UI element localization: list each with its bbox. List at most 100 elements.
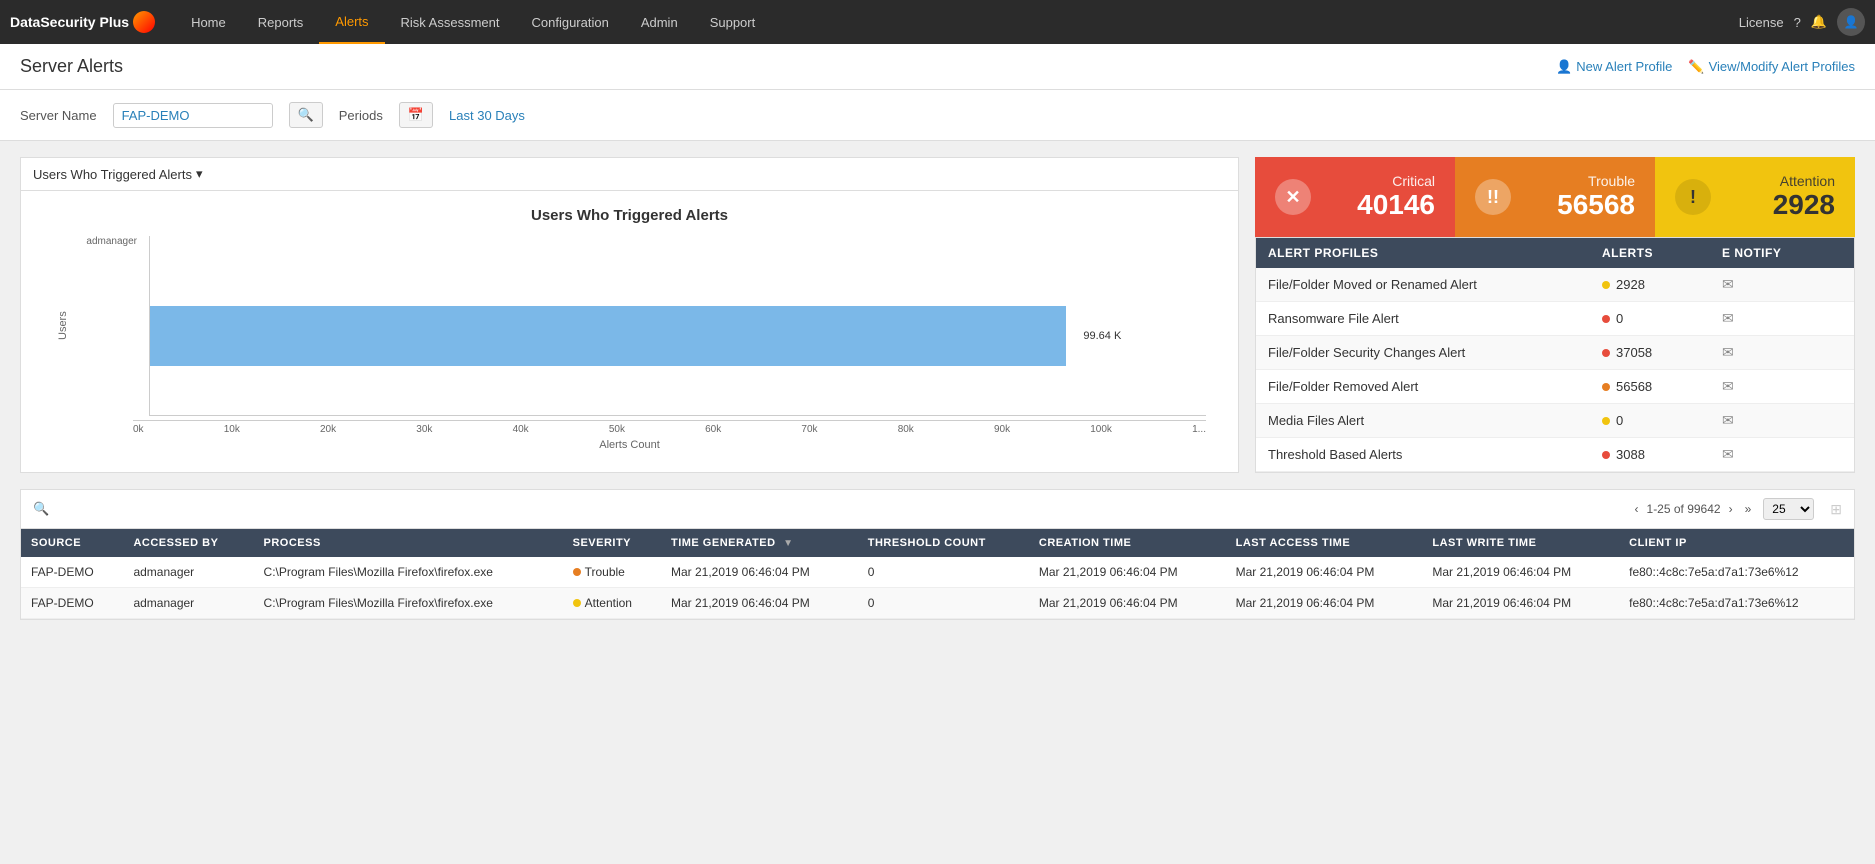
alert-row: Ransomware File Alert 0 ✉ <box>1256 302 1854 336</box>
page-header: Server Alerts 👤 New Alert Profile ✏️ Vie… <box>0 44 1875 90</box>
nav-risk-assessment[interactable]: Risk Assessment <box>385 0 516 44</box>
alert-row: Threshold Based Alerts 3088 ✉ <box>1256 438 1854 472</box>
sort-icon: ▼ <box>783 538 793 549</box>
cell-accessed-by: admanager <box>123 557 253 588</box>
nav-reports[interactable]: Reports <box>242 0 320 44</box>
nav-configuration[interactable]: Configuration <box>516 0 625 44</box>
critical-card[interactable]: ✕ Critical 40146 <box>1255 157 1455 237</box>
pagination: ‹ 1-25 of 99642 › » <box>1631 500 1756 518</box>
server-name-label: Server Name <box>20 108 97 123</box>
license-link[interactable]: License <box>1739 15 1784 30</box>
col-time-generated[interactable]: TIME GENERATED ▼ <box>661 529 858 557</box>
per-page-select[interactable]: 25 50 100 <box>1763 498 1814 520</box>
chart-panel: Users Who Triggered Alerts ▾ Users Who T… <box>20 157 1239 473</box>
nav-right: License ? 🔔 👤 <box>1739 8 1865 36</box>
columns-config-icon[interactable]: ⊞ <box>1830 501 1842 518</box>
cell-last-write-time: Mar 21,2019 06:46:04 PM <box>1422 557 1619 588</box>
periods-label: Periods <box>339 108 383 123</box>
email-icon[interactable]: ✉ <box>1722 412 1842 429</box>
main-content: Users Who Triggered Alerts ▾ Users Who T… <box>0 141 1875 636</box>
new-alert-profile-link[interactable]: 👤 New Alert Profile <box>1556 59 1672 75</box>
col-process: PROCESS <box>254 529 563 557</box>
last-page-button[interactable]: » <box>1741 500 1756 518</box>
profile-icon: 👤 <box>1556 59 1572 75</box>
email-icon[interactable]: ✉ <box>1722 446 1842 463</box>
edit-icon: ✏️ <box>1688 59 1704 75</box>
top-section: Users Who Triggered Alerts ▾ Users Who T… <box>20 157 1855 473</box>
col-last-access-time: LAST ACCESS TIME <box>1226 529 1423 557</box>
alert-row: File/Folder Removed Alert 56568 ✉ <box>1256 370 1854 404</box>
cell-last-write-time: Mar 21,2019 06:46:04 PM <box>1422 588 1619 619</box>
cell-client-ip: fe80::4c8c:7e5a:d7a1:73e6%12 <box>1619 557 1854 588</box>
notification-icon[interactable]: 🔔 <box>1811 14 1827 30</box>
table-row: FAP-DEMO admanager C:\Program Files\Mozi… <box>21 588 1854 619</box>
cell-last-access-time: Mar 21,2019 06:46:04 PM <box>1226 557 1423 588</box>
bar-value: 99.64 K <box>1083 330 1121 342</box>
email-icon[interactable]: ✉ <box>1722 310 1842 327</box>
cell-last-access-time: Mar 21,2019 06:46:04 PM <box>1226 588 1423 619</box>
cell-severity: Attention <box>563 588 661 619</box>
app-logo[interactable]: DataSecurity Plus <box>10 11 155 33</box>
nav-support[interactable]: Support <box>694 0 772 44</box>
page-title: Server Alerts <box>20 56 123 77</box>
help-icon[interactable]: ? <box>1794 15 1801 30</box>
data-section: 🔍 ‹ 1-25 of 99642 › » 25 50 100 ⊞ <box>20 489 1855 620</box>
stats-panel: ✕ Critical 40146 !! Trouble 56568 <box>1255 157 1855 473</box>
top-nav: DataSecurity Plus Home Reports Alerts Ri… <box>0 0 1875 44</box>
toolbar-left: 🔍 <box>33 501 49 517</box>
severity-badge-attention: Attention <box>573 596 632 610</box>
toolbar-right: ‹ 1-25 of 99642 › » 25 50 100 ⊞ <box>1631 498 1842 520</box>
cell-creation-time: Mar 21,2019 06:46:04 PM <box>1029 557 1226 588</box>
email-icon[interactable]: ✉ <box>1722 344 1842 361</box>
x-axis-label: Alerts Count <box>53 439 1206 451</box>
nav-alerts[interactable]: Alerts <box>319 0 384 44</box>
next-page-button[interactable]: › <box>1725 500 1737 518</box>
dot-yellow <box>1602 281 1610 289</box>
col-threshold-count: THRESHOLD COUNT <box>858 529 1029 557</box>
email-icon[interactable]: ✉ <box>1722 378 1842 395</box>
prev-page-button[interactable]: ‹ <box>1631 500 1643 518</box>
y-axis-ticks: admanager <box>81 236 141 416</box>
pagination-info: 1-25 of 99642 <box>1647 502 1721 516</box>
attention-count: 2928 <box>1723 189 1835 221</box>
trouble-card[interactable]: !! Trouble 56568 <box>1455 157 1655 237</box>
attention-card[interactable]: ! Attention 2928 <box>1655 157 1855 237</box>
period-icon-button[interactable]: 📅 <box>399 102 433 128</box>
trouble-label: Trouble <box>1523 173 1635 189</box>
search-icon[interactable]: 🔍 <box>33 501 49 517</box>
alert-row: Media Files Alert 0 ✉ <box>1256 404 1854 438</box>
chart-header: Users Who Triggered Alerts ▾ <box>21 158 1238 191</box>
dot-red <box>1602 349 1610 357</box>
alert-count: 0 <box>1602 413 1722 428</box>
nav-home[interactable]: Home <box>175 0 242 44</box>
server-name-input[interactable] <box>113 103 273 128</box>
alert-count: 3088 <box>1602 447 1722 462</box>
user-avatar[interactable]: 👤 <box>1837 8 1865 36</box>
alert-count: 0 <box>1602 311 1722 326</box>
alert-count: 37058 <box>1602 345 1722 360</box>
nav-admin[interactable]: Admin <box>625 0 694 44</box>
attention-label: Attention <box>1723 173 1835 189</box>
alert-table-header: ALERT PROFILES ALERTS E NOTIFY <box>1256 238 1854 268</box>
severity-badge-trouble: Trouble <box>573 565 625 579</box>
critical-info: Critical 40146 <box>1323 173 1435 221</box>
bar-row-admanager: 99.64 K <box>150 256 1146 415</box>
y-axis-label: Users <box>53 236 73 416</box>
cell-time-generated: Mar 21,2019 06:46:04 PM <box>661 588 858 619</box>
col-creation-time: CREATION TIME <box>1029 529 1226 557</box>
col-last-write-time: LAST WRITE TIME <box>1422 529 1619 557</box>
email-icon[interactable]: ✉ <box>1722 276 1842 293</box>
alert-count: 2928 <box>1602 277 1722 292</box>
table-row: FAP-DEMO admanager C:\Program Files\Mozi… <box>21 557 1854 588</box>
chart-dropdown[interactable]: Users Who Triggered Alerts ▾ <box>33 166 202 182</box>
server-search-button[interactable]: 🔍 <box>289 102 323 128</box>
alert-row: File/Folder Moved or Renamed Alert 2928 … <box>1256 268 1854 302</box>
x-axis: 0k 10k 20k 30k 40k 50k 60k 70k 80k 90k 1… <box>133 420 1206 435</box>
dot-trouble <box>573 568 581 576</box>
period-value: Last 30 Days <box>449 108 525 123</box>
alert-profiles-table: ALERT PROFILES ALERTS E NOTIFY File/Fold… <box>1255 237 1855 473</box>
trouble-count: 56568 <box>1523 189 1635 221</box>
filter-bar: Server Name 🔍 Periods 📅 Last 30 Days <box>0 90 1875 141</box>
view-modify-link[interactable]: ✏️ View/Modify Alert Profiles <box>1688 59 1855 75</box>
chevron-down-icon: ▾ <box>196 166 203 182</box>
